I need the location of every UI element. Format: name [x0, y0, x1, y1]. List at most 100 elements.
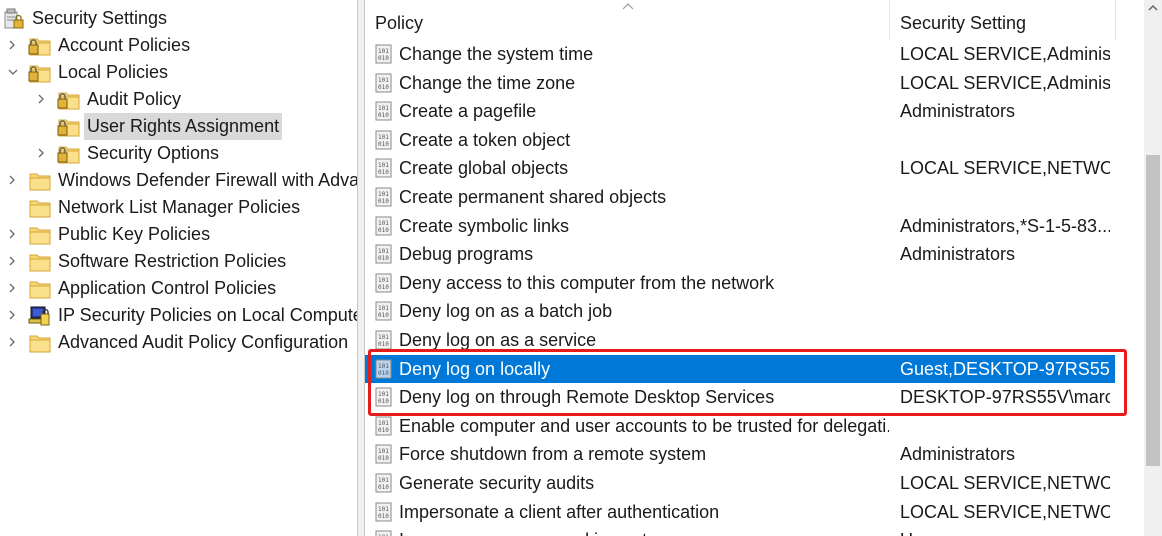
policy-row[interactable]: 101 010 Create a token object — [365, 126, 1115, 154]
svg-text:010: 010 — [378, 370, 389, 377]
tree-item-network-list-manager-policies[interactable]: Network List Manager Policies — [28, 194, 303, 221]
policy-name: Deny log on locally — [399, 358, 551, 379]
svg-text:101: 101 — [378, 448, 389, 455]
expand-chevron-icon[interactable] — [7, 38, 17, 52]
tree-item-application-control-policies[interactable]: Application Control Policies — [28, 275, 279, 302]
policy-folder-icon — [57, 92, 80, 109]
vertical-scrollbar[interactable] — [1144, 0, 1162, 536]
svg-text:101: 101 — [378, 105, 389, 112]
policy-row[interactable]: 101 010 Deny log on locally Guest,DESKTOP-9… — [365, 354, 1115, 383]
svg-text:101: 101 — [378, 48, 389, 55]
tree-item-label: Public Key Policies — [58, 224, 211, 244]
tree-item-label: Account Policies — [58, 35, 191, 55]
policy-row[interactable]: 101 010 Deny log on through Remote Desktop… — [365, 383, 1115, 411]
tree-item-label: Windows Defender Firewall with Advanced … — [58, 170, 357, 190]
policy-folder-icon — [57, 119, 80, 136]
tree-item-public-key-policies[interactable]: Public Key Policies — [28, 221, 213, 248]
expand-chevron-icon[interactable] — [36, 146, 46, 160]
policy-icon: 101010 — [375, 387, 392, 407]
policy-icon: 101010 — [375, 158, 392, 178]
scrollbar-thumb[interactable] — [1146, 155, 1160, 466]
policy-folder-icon — [57, 146, 80, 163]
expand-chevron-icon[interactable] — [7, 281, 17, 295]
expand-chevron-icon[interactable] — [7, 308, 17, 322]
policy-icon: 101010 — [375, 73, 392, 93]
policy-icon: 101010 — [375, 130, 392, 150]
policy-row[interactable]: 101 010 Deny access to this computer from … — [365, 269, 1115, 297]
policy-row[interactable]: 101 010 Generate security audits LOCAL SERV… — [365, 469, 1115, 497]
svg-text:010: 010 — [378, 198, 389, 205]
expand-chevron-icon[interactable] — [7, 335, 17, 349]
policy-icon: 101010 — [375, 301, 392, 321]
svg-text:010: 010 — [378, 227, 389, 234]
policy-folder-icon — [28, 38, 51, 55]
policy-icon: 101010 — [375, 44, 392, 64]
scroll-up-arrow-icon[interactable] — [1144, 0, 1162, 18]
policy-row[interactable]: 101 010 Deny log on as a batch job — [365, 297, 1115, 325]
column-header-security-setting[interactable]: Security Setting — [890, 0, 1115, 40]
tree-item-ip-security-policies[interactable]: IP Security Policies on Local Computer — [28, 302, 357, 329]
policy-name: Deny log on as a service — [399, 330, 597, 350]
policy-row[interactable]: 101 010 Create a pagefile Administrators — [365, 97, 1115, 125]
tree-item-software-restriction-policies[interactable]: Software Restriction Policies — [28, 248, 289, 275]
expand-chevron-icon[interactable] — [7, 173, 17, 187]
policy-row[interactable]: 101 010 Change the time zone LOCAL SERVICE,… — [365, 69, 1115, 97]
policy-security-setting: Administrators — [900, 101, 1016, 122]
policy-row[interactable]: 101 010 Impersonate a client after authent… — [365, 498, 1115, 526]
svg-text:010: 010 — [378, 84, 389, 91]
svg-text:101: 101 — [378, 277, 389, 284]
policy-row[interactable]: 101 010 Debug programs Administrators — [365, 240, 1115, 268]
policy-icon: 101010 — [375, 216, 392, 236]
expand-chevron-icon[interactable] — [7, 254, 17, 268]
policy-row[interactable]: 101 010 Enable computer and user accounts … — [365, 412, 1115, 440]
policy-name: Change the system time — [399, 44, 594, 64]
expand-chevron-icon[interactable] — [36, 92, 46, 106]
tree-root-security-settings[interactable]: Security Settings — [2, 5, 170, 32]
tree-item-audit-policy[interactable]: Audit Policy — [57, 86, 184, 113]
collapse-chevron-icon[interactable] — [7, 65, 18, 79]
tree-item-user-rights-assignment[interactable]: User Rights Assignment — [57, 113, 283, 140]
policy-row[interactable]: 101 010 Create global objects LOCAL SERVICE… — [365, 154, 1115, 182]
policy-security-setting: Administrators,*S-1-5-83... — [900, 215, 1110, 236]
policy-name: Create symbolic links — [399, 215, 570, 236]
tree-item-windows-defender-firewall[interactable]: Windows Defender Firewall with Advanced … — [28, 167, 357, 194]
policy-row[interactable]: 101 010 Change the system time LOCAL SERVIC… — [365, 40, 1115, 68]
policy-row[interactable]: 101 010 Create symbolic links Administrator… — [365, 212, 1115, 240]
svg-text:010: 010 — [378, 141, 389, 148]
policy-row[interactable]: 101 010 Force shutdown from a remote syste… — [365, 440, 1115, 468]
svg-text:010: 010 — [378, 427, 389, 434]
policy-folder-icon — [28, 65, 51, 82]
sort-ascending-icon — [622, 3, 634, 10]
tree-item-label: Security Options — [87, 143, 220, 163]
tree-item-label: Local Policies — [58, 62, 169, 82]
policy-icon: 101010 — [375, 273, 392, 293]
tree-item-security-options[interactable]: Security Options — [57, 140, 222, 167]
svg-text:101: 101 — [378, 363, 389, 370]
tree-item-advanced-audit-policy-configuration[interactable]: Advanced Audit Policy Configuration — [28, 329, 351, 356]
expand-chevron-icon[interactable] — [7, 227, 17, 241]
svg-text:101: 101 — [378, 477, 389, 484]
policy-icon: 101010 — [375, 473, 392, 493]
column-divider[interactable] — [1115, 0, 1116, 40]
tree-root-label: Security Settings — [32, 8, 168, 28]
policy-list-pane: Policy Security Setting 101 010 Change the… — [365, 0, 1162, 536]
svg-text:010: 010 — [378, 484, 389, 491]
tree-item-label: Advanced Audit Policy Configuration — [58, 332, 349, 352]
policy-row[interactable]: 101010 Increase a process working set User… — [365, 526, 1115, 536]
policy-security-setting: Guest,DESKTOP-97RS55V... — [900, 358, 1110, 379]
tree-item-label: Software Restriction Policies — [58, 251, 287, 271]
svg-text:010: 010 — [378, 513, 389, 520]
tree-pane: Security Settings Account Policies Local … — [0, 0, 357, 536]
tree-item-local-policies[interactable]: Local Policies — [28, 59, 171, 86]
pane-splitter[interactable] — [357, 0, 365, 536]
tree-item-account-policies[interactable]: Account Policies — [28, 32, 193, 59]
policy-row[interactable]: 101 010 Deny log on as a service — [365, 326, 1115, 354]
svg-text:101: 101 — [378, 162, 389, 169]
policy-row[interactable]: 101 010 Create permanent shared objects — [365, 183, 1115, 211]
policy-name: Debug programs — [399, 244, 534, 265]
policy-icon: 101010 — [375, 244, 392, 264]
policy-name: Change the time zone — [399, 72, 576, 93]
policy-name: Create global objects — [399, 158, 569, 179]
policy-name: Create permanent shared objects — [399, 187, 667, 207]
svg-text:010: 010 — [378, 341, 389, 348]
